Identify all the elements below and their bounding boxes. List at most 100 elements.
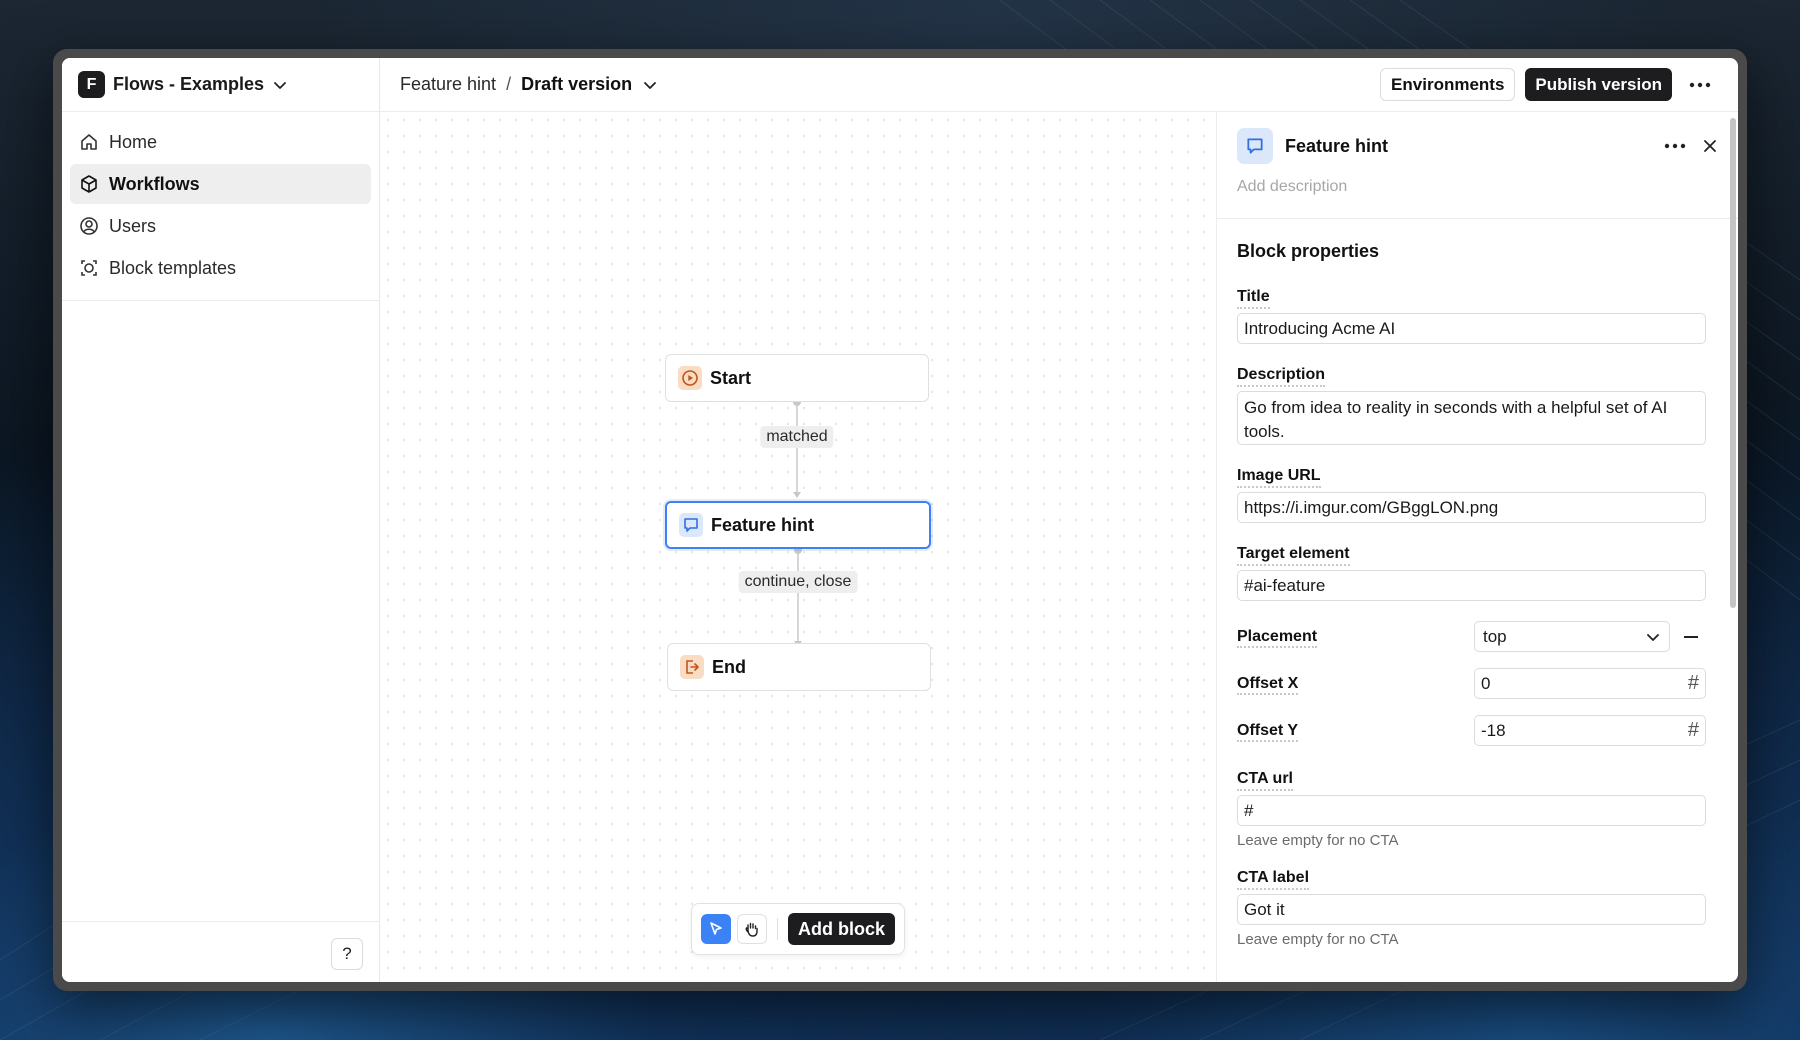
chevron-down-icon[interactable]	[642, 77, 658, 93]
workflow-node-end[interactable]: End	[667, 643, 931, 691]
sidebar-nav: Home Workflows Users Block templates	[62, 112, 379, 301]
remove-field-button[interactable]	[1684, 635, 1698, 638]
sidebar-item-block-templates[interactable]: Block templates	[70, 248, 371, 288]
sidebar-item-label: Users	[109, 215, 157, 236]
app-container: F Flows - Examples Home Workflows Users	[62, 58, 1738, 982]
node-label: Start	[710, 367, 752, 388]
workflow-node-start[interactable]: Start	[665, 354, 929, 402]
sidebar: F Flows - Examples Home Workflows Users	[62, 58, 380, 982]
more-horizontal-icon	[1689, 82, 1711, 87]
workspace-name: Flows - Examples	[113, 74, 265, 94]
breadcrumb-separator: /	[506, 74, 512, 94]
home-icon	[81, 134, 97, 150]
node-label: Feature hint	[711, 514, 815, 535]
main-area: Feature hint / Draft version Environment…	[380, 58, 1738, 982]
panel-body: Block properties Title Introducing Acme …	[1217, 219, 1738, 948]
cursor-icon	[710, 922, 722, 935]
top-actions: Environments Publish version	[1380, 68, 1718, 101]
panel-header: Feature hint Add description	[1217, 112, 1738, 219]
field-label: Title	[1237, 288, 1270, 309]
sidebar-item-label: Home	[109, 131, 158, 152]
placement-select[interactable]: top	[1474, 621, 1670, 652]
node-label: End	[712, 656, 746, 677]
top-bar: Feature hint / Draft version Environment…	[380, 58, 1738, 112]
message-icon	[1237, 128, 1273, 164]
offset-y-input[interactable]: -18 #	[1474, 715, 1706, 746]
field-label: Image URL	[1237, 467, 1321, 488]
sidebar-item-label: Block templates	[109, 257, 237, 278]
placement-value: top	[1483, 626, 1507, 646]
workflow-node-feature-hint[interactable]: Feature hint	[665, 501, 931, 549]
version-selector[interactable]: Draft version	[521, 74, 632, 95]
chevron-down-icon	[1647, 633, 1659, 641]
cta-label-field: CTA label Got it Leave empty for no CTA	[1237, 869, 1718, 948]
description-placeholder[interactable]: Add description	[1237, 178, 1718, 196]
hash-icon: #	[1687, 672, 1699, 694]
workspace-switcher[interactable]: F Flows - Examples	[62, 58, 379, 112]
workflow-canvas[interactable]: Start matched Feature hint continue, clo…	[380, 112, 1217, 982]
field-label: Offset Y	[1237, 721, 1299, 742]
cta-url-field: CTA url # Leave empty for no CTA	[1237, 770, 1718, 849]
panel-title[interactable]: Feature hint	[1285, 136, 1652, 157]
block-template-icon	[81, 260, 97, 276]
image-url-field: Image URL https://i.imgur.com/GBggLON.pn…	[1237, 467, 1718, 523]
sidebar-item-workflows[interactable]: Workflows	[70, 164, 371, 204]
breadcrumb: Feature hint / Draft version	[400, 74, 658, 95]
description-textarea[interactable]: Go from idea to reality in seconds with …	[1237, 391, 1706, 445]
canvas-toolbar: Add block	[691, 903, 906, 955]
field-label: Description	[1237, 366, 1326, 387]
sidebar-item-home[interactable]: Home	[70, 122, 371, 162]
pan-tool-button[interactable]	[737, 914, 767, 944]
sidebar-item-label: Workflows	[109, 173, 200, 194]
field-hint: Leave empty for no CTA	[1237, 931, 1399, 948]
image-url-input[interactable]: https://i.imgur.com/GBggLON.png	[1237, 492, 1706, 523]
publish-version-button[interactable]: Publish version	[1525, 68, 1672, 101]
exit-icon	[680, 655, 704, 679]
more-horizontal-icon[interactable]	[1664, 143, 1686, 149]
edge-label-matched: matched	[760, 426, 834, 448]
target-element-input[interactable]: #ai-feature	[1237, 570, 1706, 601]
field-label: Placement	[1237, 627, 1318, 648]
field-label: Target element	[1237, 545, 1350, 566]
help-button[interactable]: ?	[331, 938, 363, 970]
toolbar-divider	[777, 918, 778, 940]
title-input[interactable]: Introducing Acme AI	[1237, 313, 1706, 344]
offset-y-value: -18	[1481, 720, 1506, 740]
workspace-logo: F	[78, 71, 105, 98]
section-title: Block properties	[1237, 241, 1380, 261]
hand-icon	[745, 922, 758, 937]
play-icon	[678, 366, 702, 390]
app-window: F Flows - Examples Home Workflows Users	[53, 49, 1747, 991]
hash-icon: #	[1687, 719, 1699, 741]
block-properties-panel: Feature hint Add description Block prope…	[1217, 112, 1738, 982]
more-options-button[interactable]	[1682, 68, 1718, 101]
field-label: CTA label	[1237, 869, 1310, 890]
offset-x-field: Offset X 0 #	[1237, 668, 1718, 699]
sidebar-footer: ?	[62, 921, 379, 982]
select-tool-button[interactable]	[701, 914, 731, 944]
chevron-down-icon	[274, 81, 286, 89]
offset-y-field: Offset Y -18 #	[1237, 715, 1718, 746]
workflow-icon	[81, 175, 97, 193]
editor-body: Start matched Feature hint continue, clo…	[380, 112, 1738, 982]
cta-label-input[interactable]: Got it	[1237, 894, 1706, 925]
title-field: Title Introducing Acme AI	[1237, 288, 1718, 344]
edge-label-continue-close: continue, close	[738, 571, 858, 593]
panel-scrollbar[interactable]	[1730, 118, 1736, 608]
offset-x-input[interactable]: 0 #	[1474, 668, 1706, 699]
description-field: Description Go from idea to reality in s…	[1237, 366, 1718, 445]
field-hint: Leave empty for no CTA	[1237, 832, 1399, 849]
user-icon	[80, 217, 98, 235]
placement-field: Placement top	[1237, 621, 1718, 652]
cta-url-input[interactable]: #	[1237, 795, 1706, 826]
add-block-button[interactable]: Add block	[788, 913, 896, 945]
target-element-field: Target element #ai-feature	[1237, 545, 1718, 601]
field-label: Offset X	[1237, 674, 1299, 695]
close-icon[interactable]	[1702, 138, 1718, 154]
breadcrumb-parent[interactable]: Feature hint	[400, 74, 496, 95]
environments-button[interactable]: Environments	[1380, 68, 1516, 101]
sidebar-item-users[interactable]: Users	[70, 206, 371, 246]
offset-x-value: 0	[1481, 673, 1491, 693]
field-label: CTA url	[1237, 770, 1293, 791]
message-icon	[679, 513, 703, 537]
